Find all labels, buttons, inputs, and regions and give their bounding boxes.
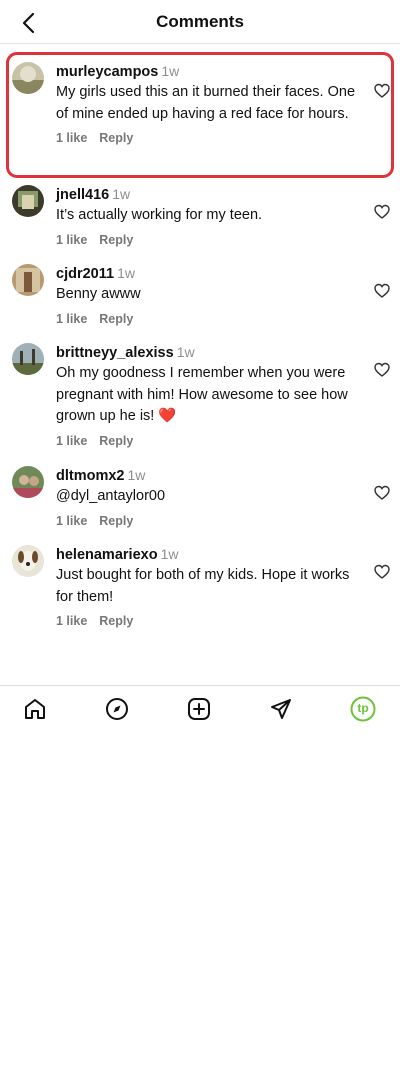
comment-username[interactable]: brittneyy_alexiss	[56, 345, 174, 361]
avatar[interactable]	[12, 62, 44, 94]
tab-messages[interactable]	[268, 696, 294, 722]
comment-username[interactable]: cjdr2011	[56, 266, 114, 282]
header-bar: Comments	[0, 0, 400, 44]
bottom-tab-bar: tp	[0, 685, 400, 733]
comment-username[interactable]: helenamariexo	[56, 547, 158, 563]
comment-item: brittneyy_alexiss 1w Oh my goodness I rem…	[0, 343, 400, 449]
avatar[interactable]	[12, 545, 44, 577]
reply-button[interactable]: Reply	[99, 613, 133, 629]
comment-username[interactable]: dltmomx2	[56, 468, 125, 484]
like-count[interactable]: 1 like	[56, 232, 87, 248]
compass-icon	[106, 698, 128, 720]
heart-icon[interactable]	[374, 83, 390, 99]
like-count[interactable]: 1 like	[56, 433, 87, 449]
heart-icon[interactable]	[374, 283, 390, 299]
avatar[interactable]	[12, 185, 44, 217]
comment-time: 1w	[161, 63, 180, 79]
comment-time: 1w	[160, 546, 179, 562]
avatar[interactable]	[12, 264, 44, 296]
page-title: Comments	[156, 12, 244, 31]
comment-username[interactable]: murleycampos	[56, 64, 158, 80]
tab-explore[interactable]	[104, 696, 130, 722]
comment-text: @dyl_antaylor00	[56, 488, 166, 504]
tab-home[interactable]	[22, 696, 48, 722]
heart-icon[interactable]	[374, 362, 390, 378]
home-icon	[25, 699, 45, 719]
avatar[interactable]	[12, 343, 44, 375]
comment-text: My girls used this an it burned their fa…	[56, 84, 356, 122]
like-count[interactable]: 1 like	[56, 513, 87, 529]
comment-item: cjdr2011 1w Benny awww 1 like Reply	[0, 264, 400, 327]
send-icon	[271, 699, 291, 719]
comment-text: Oh my goodness I remember when you were …	[56, 365, 348, 424]
comment-item: jnell416 1w It’s actually working for my …	[0, 185, 400, 248]
comment-time: 1w	[112, 186, 131, 202]
comment-item: murleycampos 1w My girls used this an it …	[0, 62, 400, 146]
comment-item: helenamariexo 1w Just bought for both of …	[0, 545, 400, 629]
like-count[interactable]: 1 like	[56, 130, 87, 146]
plus-square-icon	[188, 698, 210, 720]
reply-button[interactable]: Reply	[99, 130, 133, 146]
like-count[interactable]: 1 like	[56, 613, 87, 629]
comment-username[interactable]: jnell416	[56, 187, 109, 203]
reply-button[interactable]: Reply	[99, 513, 133, 529]
heart-icon[interactable]	[374, 204, 390, 220]
tab-profile[interactable]: tp	[350, 696, 376, 722]
comment-time: 1w	[117, 265, 135, 281]
comment-text: Just bought for both of my kids. Hope it…	[56, 567, 350, 605]
tab-create[interactable]	[186, 696, 212, 722]
comment-text: It’s actually working for my teen.	[56, 207, 263, 223]
comment-text: Benny awww	[56, 286, 141, 302]
avatar[interactable]	[12, 466, 44, 498]
profile-initials: tp	[357, 701, 369, 715]
heart-icon[interactable]	[374, 564, 390, 580]
like-count[interactable]: 1 like	[56, 311, 87, 327]
reply-button[interactable]: Reply	[99, 433, 133, 449]
heart-icon[interactable]	[374, 485, 390, 501]
comment-time: 1w	[127, 467, 146, 483]
reply-button[interactable]: Reply	[99, 311, 133, 327]
comment-item: dltmomx2 1w @dyl_antaylor00 1 like Reply	[0, 466, 400, 529]
reply-button[interactable]: Reply	[99, 232, 133, 248]
comment-time: 1w	[176, 344, 195, 360]
